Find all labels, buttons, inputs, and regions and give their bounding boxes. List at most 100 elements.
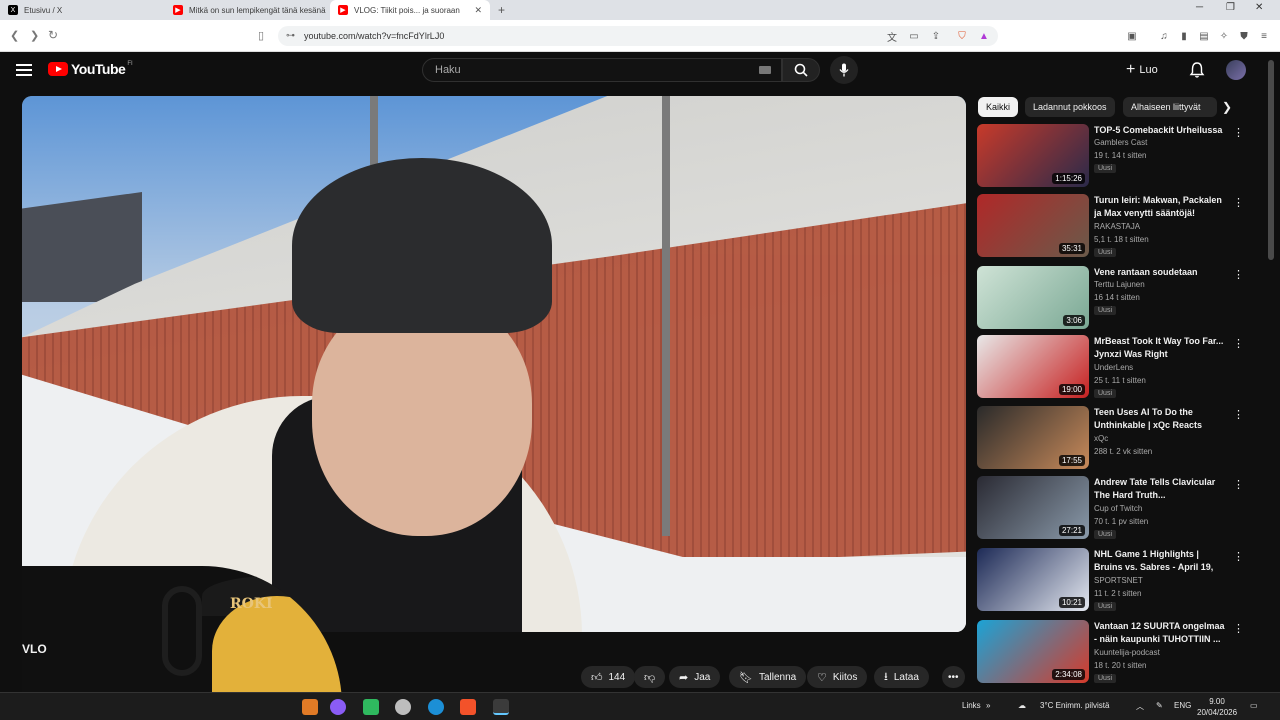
browser-tab-youtube-active[interactable]: ▶ VLOG: Tiikit pois... ja suoraan ✕ — [330, 0, 490, 20]
video-title[interactable]: Vantaan 12 SUURTA ongelmaa - näin kaupun… — [1094, 620, 1229, 646]
video-title[interactable]: Andrew Tate Tells Clavicular The Hard Tr… — [1094, 476, 1229, 502]
wallet-icon[interactable]: ▤ — [1198, 30, 1210, 42]
save-button[interactable]: 🔖︎ Tallenna — [729, 666, 807, 688]
sidebar-video-item[interactable]: 27:21 Andrew Tate Tells Clavicular The Ha… — [977, 476, 1267, 542]
browser-tab-x[interactable]: X Etusivu / X — [0, 0, 165, 20]
more-options-icon[interactable]: ⋮ — [1233, 408, 1244, 421]
channel-name[interactable]: Terttu Lajunen — [1094, 280, 1145, 289]
youtube-logo[interactable]: YouTube FI — [48, 61, 133, 77]
translate-icon[interactable]: 文 — [886, 30, 898, 44]
sidebar-video-item[interactable]: 17:55 Teen Uses AI To Do the Unthinkable … — [977, 406, 1267, 472]
sidebar-video-item[interactable]: 2:34:08 Vantaan 12 SUURTA ongelmaa - näin… — [977, 620, 1267, 686]
more-actions-button[interactable]: ••• — [942, 666, 965, 688]
links-chevron-icon[interactable]: » — [986, 701, 990, 710]
site-info-icon[interactable]: ⊶ — [286, 30, 295, 41]
leo-icon[interactable]: ✧ — [1218, 30, 1230, 42]
chrome-icon[interactable] — [330, 699, 346, 715]
links-toolbar[interactable]: Links — [962, 701, 981, 710]
download-button[interactable]: ⭳ Lataa — [874, 666, 929, 688]
maximize-icon[interactable]: ❐ — [1226, 2, 1235, 13]
video-title[interactable]: Teen Uses AI To Do the Unthinkable | xQc… — [1094, 406, 1229, 432]
page-scrollbar[interactable] — [1268, 60, 1274, 260]
taskbar-clock[interactable]: 9.00 20/04/2026 — [1197, 696, 1237, 718]
video-thumbnail[interactable]: 3:06 — [977, 266, 1089, 329]
video-title[interactable]: Vene rantaan soudetaan — [1094, 266, 1229, 279]
close-window-icon[interactable]: ✕ — [1255, 2, 1263, 13]
more-options-icon[interactable]: ⋮ — [1233, 622, 1244, 635]
notifications-bell-icon[interactable] — [1188, 61, 1206, 79]
bookmark-icon[interactable]: ▯ — [258, 29, 264, 42]
share-page-icon[interactable]: ⇪ — [930, 30, 942, 42]
video-title[interactable]: Turun leiri: Makwan, Packalen ja Max ven… — [1094, 194, 1229, 220]
reload-icon[interactable]: ↻ — [48, 28, 58, 42]
video-thumbnail[interactable]: 19:00 — [977, 335, 1089, 398]
brave-shield-icon[interactable]: ⛉ — [956, 30, 968, 42]
keyboard-icon[interactable] — [759, 66, 771, 74]
video-thumbnail[interactable]: 2:34:08 — [977, 620, 1089, 683]
taskbar-app-icon[interactable] — [302, 699, 318, 715]
sidebar-toggle-icon[interactable]: ▣ — [1126, 30, 1138, 42]
like-button[interactable]: 👍︎ 144 — [581, 666, 636, 688]
close-tab-icon[interactable]: ✕ — [474, 5, 482, 16]
dislike-button[interactable]: 👎︎ — [634, 666, 666, 688]
video-title[interactable]: TOP-5 Comebackit Urheilussa — [1094, 124, 1229, 137]
create-button[interactable]: + Luo — [1126, 60, 1158, 80]
search-button[interactable] — [782, 58, 820, 82]
search-input[interactable]: Haku — [422, 58, 782, 82]
chevron-right-icon[interactable]: ❯ — [1222, 100, 1232, 114]
thanks-button[interactable]: ♡ Kiitos — [807, 666, 868, 688]
chip-related[interactable]: Alhaiseen liittyvät — [1123, 97, 1217, 117]
guide-menu-icon[interactable] — [16, 64, 32, 76]
vpn-icon[interactable]: ⛊ — [1238, 30, 1250, 42]
more-options-icon[interactable]: ⋮ — [1233, 337, 1244, 350]
sidebar-video-item[interactable]: 10:21 NHL Game 1 Highlights | Bruins vs. … — [977, 548, 1267, 614]
browser-menu-icon[interactable]: ≡ — [1258, 30, 1270, 42]
tray-overflow-icon[interactable]: ︿ — [1136, 701, 1144, 712]
video-player[interactable] — [22, 96, 966, 632]
more-options-icon[interactable]: ⋮ — [1233, 196, 1244, 209]
channel-name[interactable]: SPORTSNET — [1094, 576, 1143, 585]
video-title[interactable]: MrBeast Took It Way Too Far... Jynxzi Wa… — [1094, 335, 1229, 361]
edge-icon[interactable] — [428, 699, 444, 715]
sidebar-video-item[interactable]: 1:15:26 TOP-5 Comebackit Urheilussa Gamble… — [977, 124, 1267, 190]
minimize-icon[interactable]: ─ — [1196, 2, 1203, 13]
video-thumbnail[interactable]: 1:15:26 — [977, 124, 1089, 187]
video-title[interactable]: NHL Game 1 Highlights | Bruins vs. Sabre… — [1094, 548, 1229, 575]
channel-name[interactable]: xQc — [1094, 434, 1108, 443]
channel-name[interactable]: Gamblers Cast — [1094, 138, 1147, 147]
chip-uploaded-by[interactable]: Ladannut pokkoos — [1025, 97, 1115, 117]
discord-icon[interactable] — [363, 699, 379, 715]
browser-tab-youtube-1[interactable]: ▶ Mitkä on sun lempikengät tänä kesänä — [165, 0, 330, 20]
sidebar-video-item[interactable]: 35:31 Turun leiri: Makwan, Packalen ja Ma… — [977, 194, 1267, 260]
weather-text[interactable]: 3°C Enimm. pilvistä — [1040, 701, 1109, 710]
rewards-icon[interactable]: ▲ — [978, 30, 990, 42]
video-thumbnail[interactable]: 35:31 — [977, 194, 1089, 257]
app-icon[interactable] — [395, 699, 411, 715]
video-thumbnail[interactable]: 10:21 — [977, 548, 1089, 611]
more-options-icon[interactable]: ⋮ — [1233, 268, 1244, 281]
video-thumbnail[interactable]: 27:21 — [977, 476, 1089, 539]
forward-icon[interactable]: ❯ — [30, 29, 39, 42]
input-language[interactable]: ENG — [1174, 701, 1191, 710]
channel-name[interactable]: Kuuntelija-podcast — [1094, 648, 1160, 657]
brave-icon[interactable] — [460, 699, 476, 715]
account-avatar[interactable] — [1226, 60, 1246, 80]
share-button[interactable]: ➦ Jaa — [669, 666, 721, 688]
pen-icon[interactable]: ✎ — [1156, 701, 1163, 710]
voice-search-button[interactable] — [830, 56, 858, 84]
channel-name[interactable]: RAKASTAJA — [1094, 222, 1140, 231]
media-player-icon[interactable] — [493, 699, 509, 715]
back-icon[interactable]: ❮ — [10, 29, 19, 42]
chip-all[interactable]: Kaikki — [978, 97, 1019, 117]
video-thumbnail[interactable]: 17:55 — [977, 406, 1089, 469]
new-tab-button[interactable]: + — [498, 3, 505, 17]
channel-name[interactable]: Cup of Twitch — [1094, 504, 1142, 513]
sidebar-video-item[interactable]: 19:00 MrBeast Took It Way Too Far... Jynx… — [977, 335, 1267, 401]
notifications-icon[interactable]: ▭ — [1250, 701, 1258, 710]
channel-name[interactable]: UnderLens — [1094, 363, 1133, 372]
cast-icon[interactable]: ▭ — [908, 30, 920, 42]
more-options-icon[interactable]: ⋮ — [1233, 550, 1244, 563]
sidebar-video-item[interactable]: 3:06 Vene rantaan soudetaan Terttu Lajunen… — [977, 266, 1267, 332]
reading-list-icon[interactable]: ▮ — [1178, 30, 1190, 42]
more-options-icon[interactable]: ⋮ — [1233, 126, 1244, 139]
